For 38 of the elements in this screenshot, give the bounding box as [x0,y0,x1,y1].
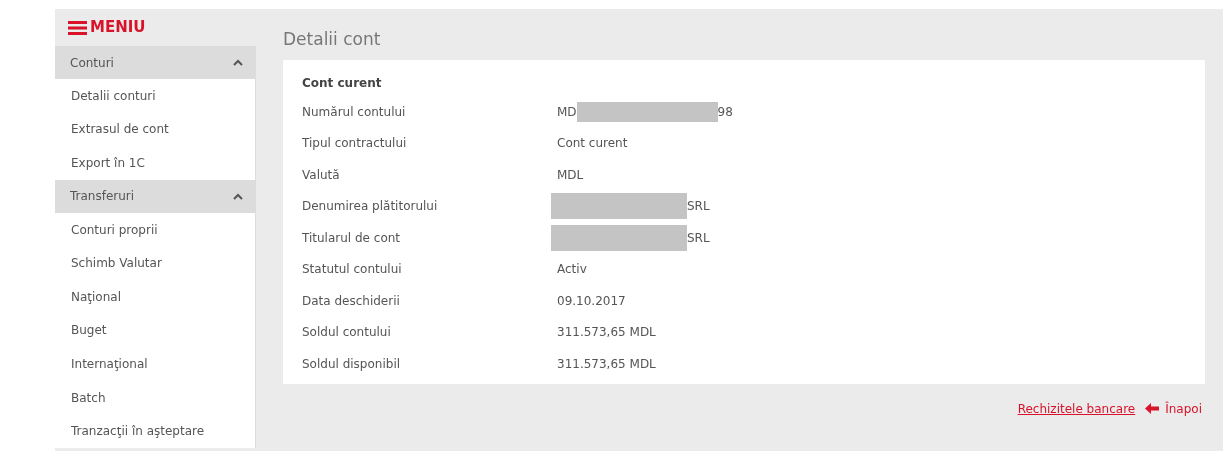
field-label: Statutul contului [302,261,403,279]
field-label: Soldul disponibil [302,355,402,373]
field-value: MDL [557,166,584,184]
field-value: 311.573,65 MDL [557,324,656,342]
card-title: Cont curent [302,75,383,92]
bank-details-link[interactable]: Rechizitele bancare [1017,399,1136,418]
arrow-left-icon [1145,403,1160,414]
sidebar-item[interactable]: Tranzacţii în aşteptare [55,414,255,448]
sidebar-item[interactable]: Internaţional [55,347,255,381]
field-value: MD [557,103,577,121]
sidebar-item[interactable]: Schimb Valutar [55,246,255,280]
field-label: Data deschiderii [302,292,401,310]
field-label: Numărul contului [302,103,407,121]
sidebar-section-header[interactable]: Transferuri [55,179,255,213]
page-title: Detalii cont [283,28,382,51]
sidebar-item[interactable]: Batch [55,380,255,415]
field-label: Soldul contului [302,324,392,342]
field-value: SRL [687,229,710,247]
menu-icon[interactable] [68,20,87,35]
back-link[interactable]: Înapoi [1145,399,1202,418]
field-label: Titularul de cont [302,229,402,247]
field-value: SRL [687,198,710,216]
field-value: 311.573,65 MDL [557,355,656,373]
sidebar-item[interactable]: Conturi proprii [55,212,255,247]
sidebar-item[interactable]: Naţional [55,279,255,314]
field-label: Denumirea plătitorului [302,198,439,216]
field-value: Activ [557,261,587,279]
sidebar-item[interactable]: Detalii conturi [55,79,255,113]
field-value: 09.10.2017 [557,292,626,310]
sidebar-item[interactable]: Extrasul de cont [55,112,255,147]
sidebar-section-header[interactable]: Conturi [55,46,255,79]
sidebar-item[interactable]: Export în 1C [55,146,255,180]
sidebar-item[interactable]: Buget [55,313,255,348]
menu-label[interactable]: MENIU [90,16,146,39]
field-label: Tipul contractului [302,135,408,153]
field-value: Cont curent [557,135,628,153]
field-label: Valută [302,166,341,184]
field-value: 98 [717,103,733,121]
